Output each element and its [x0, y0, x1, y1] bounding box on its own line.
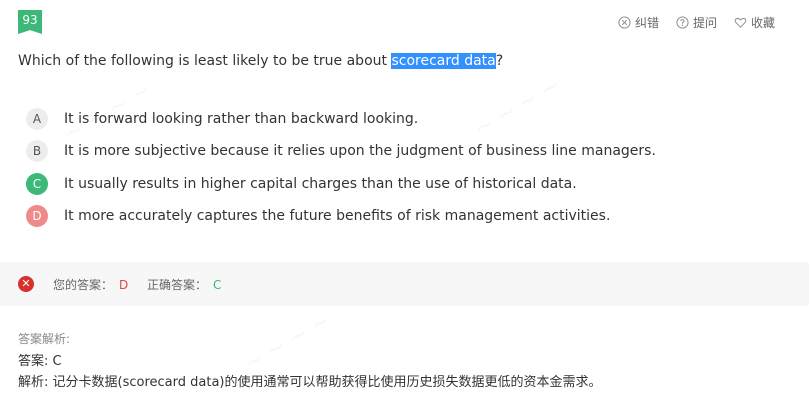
ask-question-button[interactable]: 提问 — [676, 14, 717, 31]
your-answer-value: D — [119, 278, 129, 292]
analysis-answer-line: 答案: C — [18, 354, 62, 369]
option-text: It is more subjective because it relies … — [64, 143, 656, 159]
option-b[interactable]: B It is more subjective because it relie… — [26, 140, 656, 162]
wrong-answer-icon: ✕ — [18, 276, 34, 292]
your-answer-label: 您的答案： — [53, 278, 114, 292]
favorite-button[interactable]: 收藏 — [734, 14, 775, 31]
analysis-heading: 答案解析: — [18, 332, 71, 346]
question-toolbar: 纠错 提问 收藏 — [618, 14, 775, 31]
option-letter-badge: A — [26, 108, 48, 130]
report-error-button[interactable]: 纠错 — [618, 14, 659, 31]
watermark: ~ ~ ~ ~ — [470, 73, 565, 142]
correct-answer-value: C — [213, 278, 222, 292]
favorite-label: 收藏 — [750, 16, 775, 30]
question-text: Which of the following is least likely t… — [18, 50, 503, 72]
correct-answer: 正确答案： C — [147, 276, 221, 293]
option-letter-badge-correct: C — [26, 173, 48, 195]
option-text: It is forward looking rather than backwa… — [64, 111, 419, 127]
option-letter-badge: B — [26, 140, 48, 162]
option-c[interactable]: C It usually results in higher capital c… — [26, 173, 577, 195]
answer-result-bar: ✕ 您的答案： D 正确答案： C — [0, 262, 809, 306]
question-circle-icon — [676, 16, 689, 29]
option-text: It more accurately captures the future b… — [64, 208, 611, 224]
option-d[interactable]: D It more accurately captures the future… — [26, 205, 610, 227]
option-a[interactable]: A It is forward looking rather than back… — [26, 108, 418, 130]
option-text: It usually results in higher capital cha… — [64, 176, 577, 192]
report-error-label: 纠错 — [634, 16, 659, 30]
analysis-explanation: 解析: 记分卡数据(scorecard data)的使用通常可以帮助获得比使用历… — [18, 375, 602, 390]
question-highlight: scorecard data — [391, 53, 496, 69]
option-letter-badge-wrong: D — [26, 205, 48, 227]
correct-answer-label: 正确答案： — [147, 278, 208, 292]
question-text-after: ? — [495, 53, 504, 69]
your-answer: 您的答案： D — [53, 276, 128, 293]
close-circle-icon — [618, 16, 631, 29]
question-text-before: Which of the following is least likely t… — [18, 53, 392, 69]
question-number-badge: 93 — [18, 10, 42, 34]
watermark: ~ ~ ~ ~ — [240, 308, 335, 377]
ask-question-label: 提问 — [692, 16, 717, 30]
heart-icon — [734, 17, 747, 28]
